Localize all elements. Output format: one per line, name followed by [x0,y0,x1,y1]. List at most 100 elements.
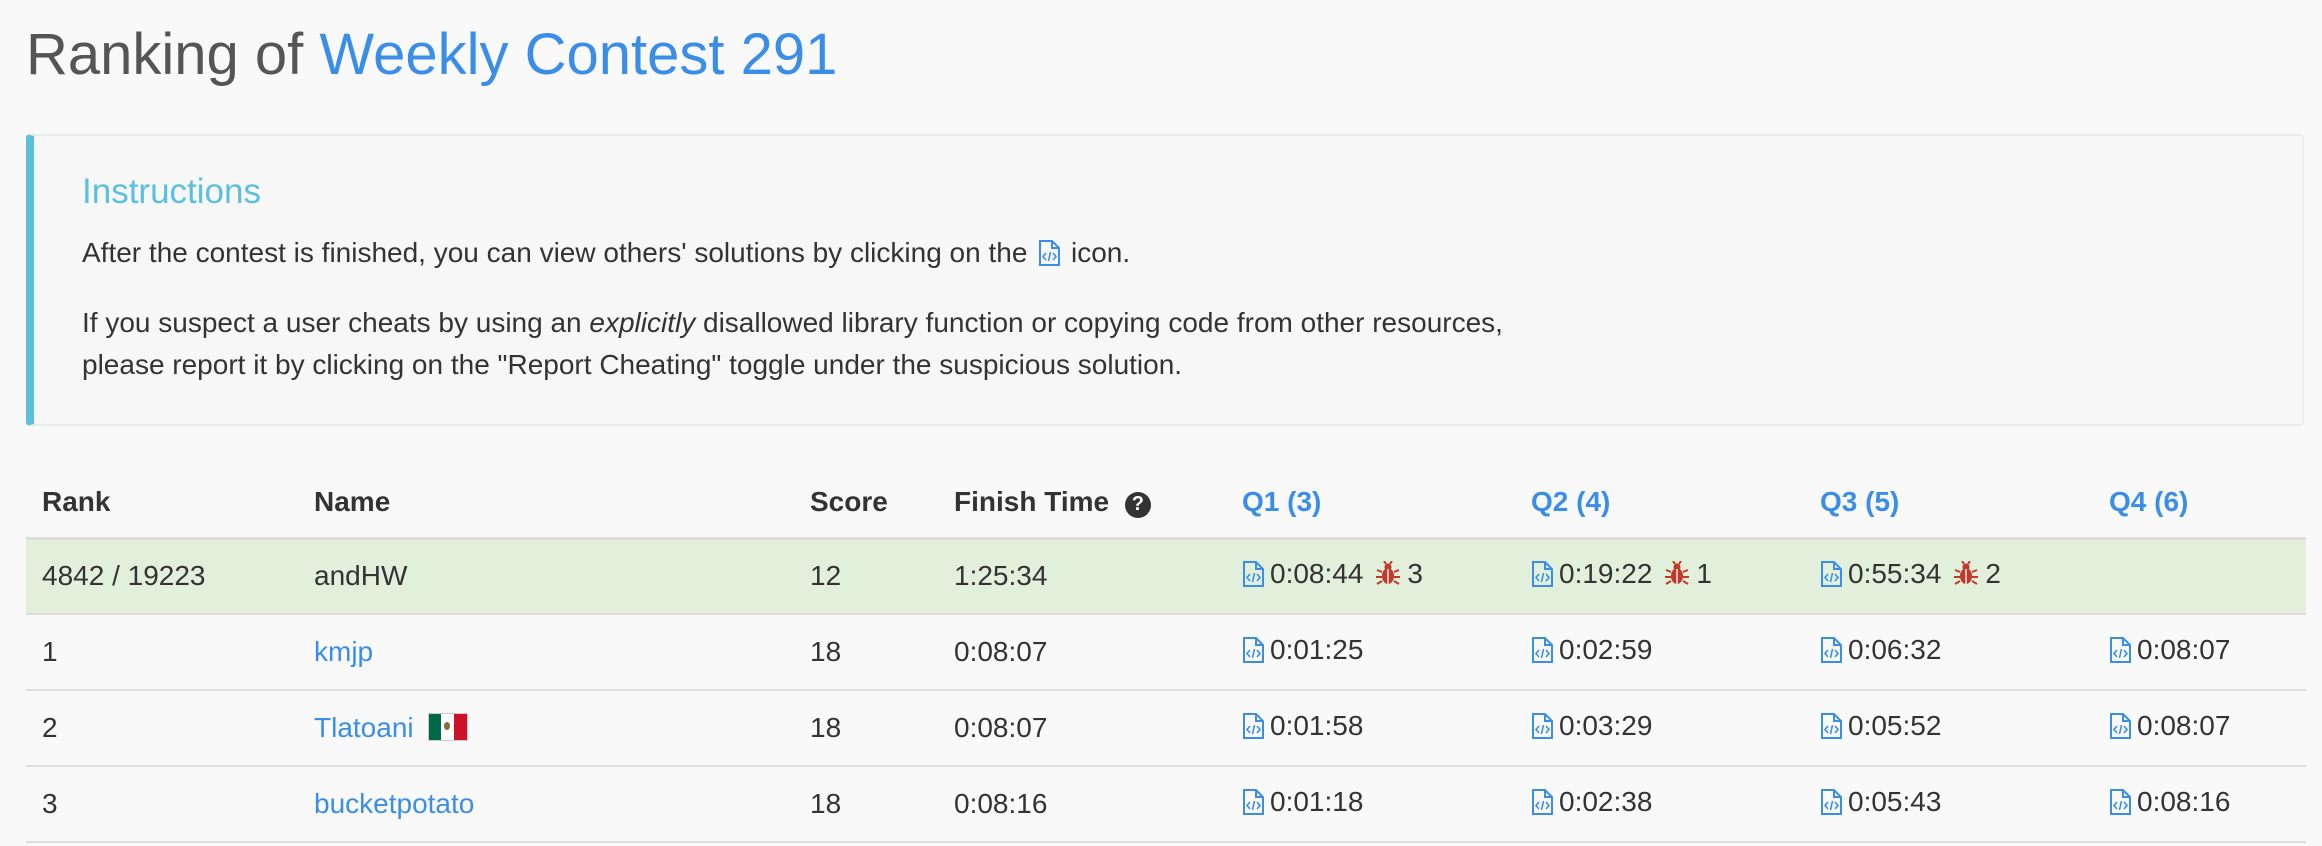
score-cell: 12 [794,538,938,615]
instructions-line-1-text: After the contest is finished, you can v… [82,237,1028,268]
q3-cell: 0:06:32 [1804,614,2093,691]
code-file-icon[interactable] [2109,789,2131,815]
rank-cell: 1 [26,614,298,691]
finish-time-cell: 0:08:07 [938,614,1226,691]
bug-icon [1954,561,1979,586]
instructions-line-1-end: icon. [1070,237,1131,268]
header-score: Score [794,468,938,540]
code-file-icon[interactable] [1531,789,1553,815]
instructions-panel: Instructions After the contest is finish… [26,134,2304,426]
q1-cell: 0:01:25 [1226,614,1515,691]
name-cell: kmjp [298,614,794,691]
q4-time: 0:08:16 [2137,786,2231,817]
user-name-link: andHW [314,560,408,592]
code-file-icon[interactable] [1242,561,1264,588]
rank-cell: 2 [26,690,298,767]
q1-time: 0:01:18 [1270,786,1364,817]
name-cell: bucketpotato [298,766,794,843]
code-file-icon [1039,240,1061,266]
code-file-icon[interactable] [1242,637,1264,663]
instructions-line-2: If you suspect a user cheats by using an… [82,302,1782,386]
q4-cell: 0:08:07 [2093,690,2306,767]
q4-cell: 0:08:16 [2093,766,2306,843]
header-finish-time: Finish Time ? [938,468,1226,540]
ranking-rows: 4842 / 19223 andHW 12 1:25:34 0:08:44 3 0:1… [26,538,2306,843]
code-file-icon[interactable] [1820,713,1842,739]
name-cell: andHW [298,538,794,615]
header-q2[interactable]: Q2 (4) [1515,468,1804,540]
header-name: Name [298,468,794,540]
header-q1[interactable]: Q1 (3) [1226,468,1515,540]
q2-cell: 0:02:59 [1515,614,1804,691]
page-title: Ranking of Weekly Contest 291 [26,14,837,96]
code-file-icon[interactable] [2109,713,2131,739]
q4-cell [2093,538,2306,615]
header-rank: Rank [26,468,298,540]
q2-cell: 0:02:38 [1515,766,1804,843]
rank-cell: 3 [26,766,298,843]
title-prefix: Ranking of [26,22,304,87]
header-q4[interactable]: Q4 (6) [2093,468,2306,540]
finish-time-cell: 1:25:34 [938,538,1226,615]
user-name-link[interactable]: bucketpotato [314,788,474,819]
mexico-flag-icon [427,713,468,741]
table-row: 2 Tlatoani 18 0:08:07 0:01:58 0:03:29 0:05:… [26,690,2306,767]
table-header-row: Rank Name Score Finish Time ? Q1 (3) Q2 … [26,468,2306,540]
user-name-link[interactable]: kmjp [314,636,373,667]
q2-cell: 0:19:22 1 [1515,538,1804,615]
table-row: 1 kmjp 18 0:08:07 0:01:25 0:02:59 0:06:32 0… [26,614,2306,691]
ranking-table: Rank Name Score Finish Time ? Q1 (3) Q2 … [26,468,2306,843]
q2-bug-count: 1 [1696,558,1712,590]
q2-cell: 0:03:29 [1515,690,1804,767]
q1-cell: 0:08:44 3 [1226,538,1515,615]
q2-time: 0:02:59 [1559,634,1653,665]
q3-cell: 0:05:52 [1804,690,2093,767]
score-cell: 18 [794,766,938,843]
q4-cell: 0:08:07 [2093,614,2306,691]
question-circle-icon[interactable]: ? [1124,491,1151,518]
score-cell: 18 [794,614,938,691]
q3-cell: 0:55:34 2 [1804,538,2093,615]
code-file-icon[interactable] [1531,713,1553,739]
code-file-icon[interactable] [1531,637,1553,663]
q1-bug-count: 3 [1407,558,1423,590]
q1-time: 0:08:44 [1270,558,1364,590]
name-cell: Tlatoani [298,690,794,767]
finish-time-cell: 0:08:07 [938,690,1226,767]
code-file-icon[interactable] [1820,789,1842,815]
code-file-icon[interactable] [1242,713,1264,739]
q1-time: 0:01:25 [1270,634,1364,665]
q3-time: 0:55:34 [1848,558,1942,590]
bug-icon [1376,561,1401,586]
score-cell: 18 [794,690,938,767]
header-q3[interactable]: Q3 (5) [1804,468,2093,540]
user-name-link[interactable]: Tlatoani [314,712,414,743]
instructions-line-1: After the contest is finished, you can v… [82,232,1130,274]
instructions-line-2-end: disallowed library function or copying c… [703,307,1503,338]
q1-time: 0:01:58 [1270,710,1364,741]
code-file-icon[interactable] [1242,789,1264,815]
rank-cell: 4842 / 19223 [26,538,298,615]
q4-time: 0:08:07 [2137,634,2231,665]
q1-cell: 0:01:58 [1226,690,1515,767]
instructions-emphasis: explicitly [589,307,696,338]
q2-time: 0:19:22 [1559,558,1653,590]
contest-link[interactable]: Weekly Contest 291 [319,22,837,87]
table-row: 4842 / 19223 andHW 12 1:25:34 0:08:44 3 0:1… [26,538,2306,615]
q3-time: 0:05:43 [1848,786,1942,817]
instructions-line-2-text: If you suspect a user cheats by using an [82,307,582,338]
header-finish-time-label: Finish Time [954,486,1110,518]
code-file-icon[interactable] [2109,637,2131,663]
code-file-icon[interactable] [1820,561,1842,588]
code-file-icon[interactable] [1820,637,1842,663]
bug-icon [1665,561,1690,586]
code-file-icon[interactable] [1531,561,1553,588]
ranking-page: Ranking of Weekly Contest 291 Instructio… [0,0,2322,846]
q1-cell: 0:01:18 [1226,766,1515,843]
q4-time: 0:08:07 [2137,710,2231,741]
q2-time: 0:03:29 [1559,710,1653,741]
q3-cell: 0:05:43 [1804,766,2093,843]
finish-time-cell: 0:08:16 [938,766,1226,843]
table-row: 3 bucketpotato 18 0:08:16 0:01:18 0:02:38 0… [26,766,2306,843]
q2-time: 0:02:38 [1559,786,1653,817]
